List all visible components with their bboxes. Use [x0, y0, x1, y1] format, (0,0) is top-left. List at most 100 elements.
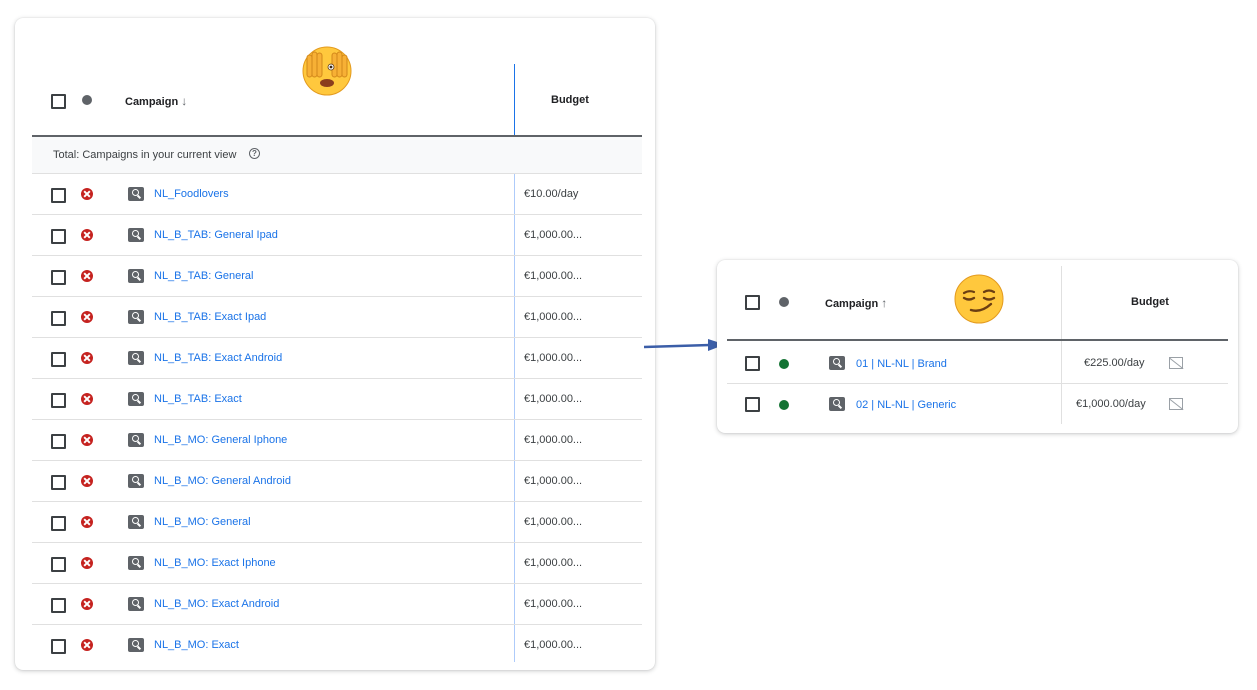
row-checkbox[interactable]	[51, 352, 66, 367]
row-checkbox[interactable]	[51, 598, 66, 613]
budget-column-header[interactable]: Budget	[1131, 296, 1169, 308]
enabled-status-icon	[779, 400, 789, 410]
budget-value[interactable]: €1,000.00...	[524, 393, 582, 405]
campaign-name-link[interactable]: NL_B_MO: General Android	[154, 475, 291, 487]
removed-status-icon	[81, 598, 93, 610]
removed-status-icon	[81, 393, 93, 405]
removed-status-icon	[81, 639, 93, 651]
face-with-hands-covering-eyes-icon	[302, 46, 352, 96]
removed-status-icon	[81, 229, 93, 241]
table-row[interactable]: NL_B_TAB: General Ipad €1,000.00...	[15, 215, 655, 255]
campaign-name-link[interactable]: NL_B_TAB: Exact	[154, 393, 242, 405]
table-row[interactable]: NL_B_TAB: Exact €1,000.00...	[15, 379, 655, 419]
budget-value[interactable]: €1,000.00/day	[1076, 398, 1146, 410]
table-row[interactable]: NL_B_MO: Exact €1,000.00...	[15, 625, 655, 665]
search-icon	[128, 556, 144, 570]
campaign-name-link[interactable]: NL_B_MO: Exact Android	[154, 598, 279, 610]
budget-value[interactable]: €225.00/day	[1084, 357, 1145, 369]
removed-status-icon	[81, 188, 93, 200]
campaign-column-header[interactable]: Campaign ↓	[125, 94, 187, 108]
campaign-name-link[interactable]: 01 | NL-NL | Brand	[856, 358, 947, 370]
row-checkbox[interactable]	[51, 639, 66, 654]
budget-value[interactable]: €1,000.00...	[524, 639, 582, 651]
search-icon	[128, 269, 144, 283]
budget-chart-icon[interactable]	[1169, 398, 1183, 410]
table-row[interactable]: NL_B_MO: General €1,000.00...	[15, 502, 655, 542]
row-checkbox[interactable]	[745, 356, 760, 371]
table-row[interactable]: NL_B_MO: General Android €1,000.00...	[15, 461, 655, 501]
status-column-dot	[82, 95, 92, 105]
search-icon	[829, 356, 845, 370]
table-row[interactable]: NL_B_MO: General Iphone €1,000.00...	[15, 420, 655, 460]
campaign-name-link[interactable]: 02 | NL-NL | Generic	[856, 399, 956, 411]
search-icon	[128, 433, 144, 447]
row-checkbox[interactable]	[51, 270, 66, 285]
budget-chart-icon[interactable]	[1169, 357, 1183, 369]
removed-status-icon	[81, 311, 93, 323]
budget-value[interactable]: €10.00/day	[524, 188, 578, 200]
select-all-checkbox[interactable]	[51, 94, 66, 109]
table-row[interactable]: 02 | NL-NL | Generic €1,000.00/day	[717, 383, 1238, 423]
select-all-checkbox[interactable]	[745, 295, 760, 310]
row-checkbox[interactable]	[51, 229, 66, 244]
row-checkbox[interactable]	[51, 434, 66, 449]
table-row[interactable]: NL_B_TAB: Exact Android €1,000.00...	[15, 338, 655, 378]
search-icon	[829, 397, 845, 411]
campaign-column-header[interactable]: Campaign ↑	[825, 296, 887, 310]
row-checkbox[interactable]	[51, 516, 66, 531]
campaign-name-link[interactable]: NL_B_MO: General Iphone	[154, 434, 287, 446]
campaign-name-link[interactable]: NL_B_MO: Exact Iphone	[154, 557, 276, 569]
search-icon	[128, 515, 144, 529]
budget-value[interactable]: €1,000.00...	[524, 557, 582, 569]
row-checkbox[interactable]	[51, 475, 66, 490]
row-checkbox[interactable]	[745, 397, 760, 412]
table-row[interactable]: NL_B_TAB: Exact Ipad €1,000.00...	[15, 297, 655, 337]
row-checkbox[interactable]	[51, 188, 66, 203]
search-icon	[128, 310, 144, 324]
budget-column-divider-accent	[514, 64, 515, 136]
row-checkbox[interactable]	[51, 557, 66, 572]
campaign-name-link[interactable]: NL_B_TAB: General	[154, 270, 253, 282]
table-row[interactable]: 01 | NL-NL | Brand €225.00/day	[717, 342, 1238, 382]
removed-status-icon	[81, 475, 93, 487]
removed-status-icon	[81, 516, 93, 528]
budget-value[interactable]: €1,000.00...	[524, 434, 582, 446]
budget-value[interactable]: €1,000.00...	[524, 352, 582, 364]
budget-value[interactable]: €1,000.00...	[524, 475, 582, 487]
search-icon	[128, 474, 144, 488]
comparison-arrow	[644, 339, 725, 351]
search-icon	[128, 351, 144, 365]
budget-value[interactable]: €1,000.00...	[524, 516, 582, 528]
search-icon	[128, 392, 144, 406]
budget-value[interactable]: €1,000.00...	[524, 311, 582, 323]
total-row: Total: Campaigns in your current view	[32, 137, 642, 173]
total-label: Total: Campaigns in your current view	[53, 149, 237, 161]
campaign-name-link[interactable]: NL_B_TAB: Exact Android	[154, 352, 282, 364]
row-checkbox[interactable]	[51, 393, 66, 408]
table-row[interactable]: NL_B_MO: Exact Android €1,000.00...	[15, 584, 655, 624]
sort-descending-icon: ↓	[181, 94, 188, 108]
budget-column-header[interactable]: Budget	[551, 94, 589, 106]
search-icon	[128, 597, 144, 611]
campaign-name-link[interactable]: NL_Foodlovers	[154, 188, 229, 200]
status-column-dot	[779, 297, 789, 307]
removed-status-icon	[81, 270, 93, 282]
campaign-name-link[interactable]: NL_B_TAB: Exact Ipad	[154, 311, 266, 323]
removed-status-icon	[81, 557, 93, 569]
sort-ascending-icon: ↑	[881, 296, 888, 310]
budget-value[interactable]: €1,000.00...	[524, 229, 582, 241]
enabled-status-icon	[779, 359, 789, 369]
table-row[interactable]: NL_Foodlovers €10.00/day	[15, 174, 655, 214]
budget-value[interactable]: €1,000.00...	[524, 598, 582, 610]
campaign-name-link[interactable]: NL_B_MO: Exact	[154, 639, 239, 651]
row-checkbox[interactable]	[51, 311, 66, 326]
campaign-name-link[interactable]: NL_B_MO: General	[154, 516, 251, 528]
campaign-name-link[interactable]: NL_B_TAB: General Ipad	[154, 229, 278, 241]
search-icon	[128, 638, 144, 652]
table-row[interactable]: NL_B_MO: Exact Iphone €1,000.00...	[15, 543, 655, 583]
help-icon[interactable]: ?	[249, 148, 260, 159]
budget-value[interactable]: €1,000.00...	[524, 270, 582, 282]
table-row[interactable]: NL_B_TAB: General €1,000.00...	[15, 256, 655, 296]
left-campaign-table: Campaign ↓ Budget Total: Campaigns in you…	[15, 18, 655, 670]
header-divider	[727, 339, 1228, 341]
